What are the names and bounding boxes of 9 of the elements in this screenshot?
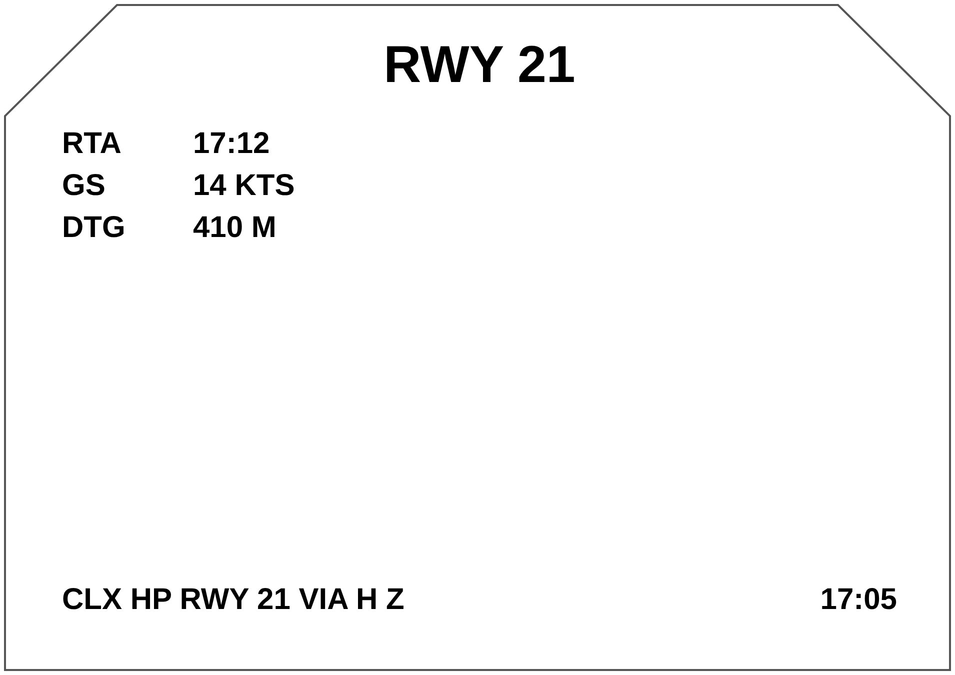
field-value: 14 KTS: [193, 169, 295, 202]
message-time: 17:05: [820, 582, 897, 618]
field-label: RTA: [62, 127, 122, 160]
runway-title: RWY 21: [384, 35, 576, 95]
field-label: DTG: [62, 211, 126, 244]
field-value: 17:12: [193, 127, 270, 160]
field-label: GS: [62, 169, 106, 202]
field-value: 410 M: [193, 211, 276, 244]
clearance-message: CLX HP RWY 21 VIA H Z: [62, 582, 404, 618]
